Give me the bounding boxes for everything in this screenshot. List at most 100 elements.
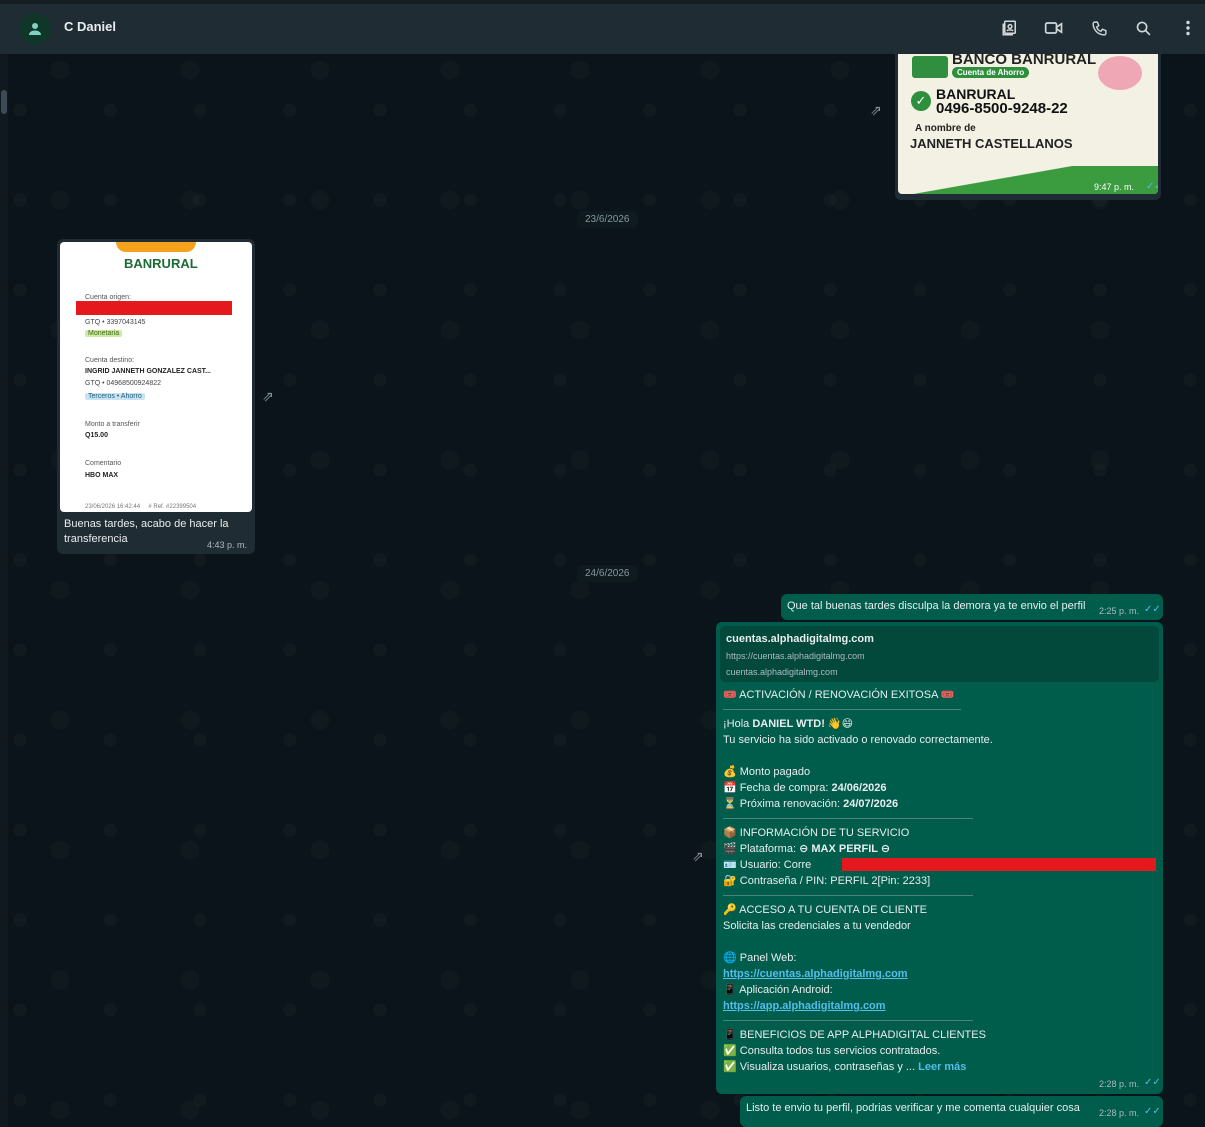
link-preview-url: https://cuentas.alphadigitalmg.com: [726, 651, 865, 661]
android-app-label: Aplicación Android:: [739, 984, 833, 996]
chat-header[interactable]: C Daniel: [0, 0, 1205, 54]
owner-label: A nombre de: [915, 123, 976, 134]
message-text: Que tal buenas tardes disculpa la demora…: [787, 600, 1086, 612]
forward-icon[interactable]: ⇗: [870, 102, 882, 119]
date-chip: 24/6/2026: [577, 565, 638, 582]
message-time: 9:47 p. m.: [1094, 182, 1135, 192]
comment-label: Comentario: [85, 460, 122, 467]
amount-paid-label: Monto pagado: [739, 766, 811, 778]
message-time: 4:43 p. m.: [207, 540, 248, 550]
link-preview[interactable]: cuentas.alphadigitalmg.com https://cuent…: [720, 626, 1159, 682]
bank-card-image-message[interactable]: BANCO BANRURAL Cuenta de Ahorro ✓ BANRUR…: [895, 54, 1161, 200]
web-panel-link[interactable]: https://cuentas.alphadigitalmg.com: [723, 966, 1159, 982]
outgoing-message[interactable]: Listo te envio tu perfil, podrias verifi…: [740, 1096, 1163, 1127]
bank-card-image: BANCO BANRURAL Cuenta de Ahorro ✓ BANRUR…: [898, 54, 1158, 194]
double-check-icon: ✓✓: [1146, 181, 1158, 192]
amount-value: Q15.00: [85, 432, 108, 439]
android-app-link[interactable]: https://app.alphadigitalmg.com: [723, 998, 1159, 1014]
globe-icon: 🌐: [723, 952, 737, 964]
benefits-heading: BENEFICIOS DE APP ALPHADIGITAL CLIENTES: [739, 1029, 986, 1041]
owner-name: JANNETH CASTELLANOS: [910, 136, 1073, 151]
renewal-date-value: 24/07/2026: [843, 798, 899, 810]
contact-name[interactable]: C Daniel: [64, 19, 116, 34]
message-time: 2:28 p. m.: [1099, 1108, 1140, 1118]
benefit-item: Consulta todos tus servicios contratados…: [739, 1045, 941, 1057]
dest-name: INGRID JANNETH GONZALEZ CAST...: [85, 368, 212, 375]
double-check-icon: ✓✓: [1144, 1077, 1161, 1088]
outgoing-message[interactable]: Que tal buenas tardes disculpa la demora…: [781, 594, 1163, 620]
user-label: Usuario: Corre: [739, 859, 812, 871]
wave-emoji-icon: 👋😄: [827, 718, 854, 730]
comment-value: HBO MAX: [85, 472, 119, 479]
amount-label: Monto a transferir: [85, 421, 140, 428]
origin-tag: Monetaria: [85, 330, 123, 337]
dest-tag: Terceros • Ahorro: [85, 393, 145, 400]
key-icon: 🔑: [723, 904, 737, 916]
purchase-date-value: 24/06/2026: [831, 782, 887, 794]
bank-logo-icon: [912, 56, 948, 78]
link-preview-title: cuentas.alphadigitalmg.com: [726, 633, 874, 645]
phone-icon[interactable]: [1089, 18, 1109, 38]
redaction-bar: [76, 301, 232, 315]
contact-card-icon[interactable]: [1000, 18, 1020, 38]
origin-account: GTQ • 3397043145: [85, 319, 146, 326]
message-body: 🎟️ ACTIVACIÓN / RENOVACIÓN EXITOSA 🎟️ ¡H…: [723, 687, 1159, 1075]
web-panel-label: Panel Web:: [739, 952, 797, 964]
hourglass-icon: ⏳: [723, 798, 737, 810]
check-mark-icon: ✅: [723, 1045, 737, 1057]
separator-line: [723, 1020, 973, 1021]
purchase-date-label: Fecha de compra:: [739, 782, 832, 794]
clapper-icon: 🎬: [723, 843, 737, 855]
scrollbar[interactable]: [0, 54, 8, 1127]
scroll-thumb[interactable]: [1, 90, 7, 114]
piggy-bank-icon: [1098, 56, 1142, 90]
receipt-logo: BANRURAL: [124, 256, 198, 271]
mobile-phone-icon: 📱: [723, 1029, 737, 1041]
lock-icon: 🔐: [723, 875, 737, 887]
renewal-date-label: Próxima renovación:: [739, 798, 844, 810]
forward-icon[interactable]: ⇗: [692, 848, 704, 865]
dest-account: GTQ • 04968500924822: [85, 380, 162, 387]
bank-account-number: 0496-8500-9248-22: [936, 100, 1068, 117]
forward-icon[interactable]: ⇗: [262, 388, 274, 405]
chat-window: C Daniel ⇗ BANCO BANRURAL Cuenta de Ahor…: [0, 0, 1205, 1127]
receipt-footer: 23/06/2026 16:42:44 # Ref. #22399504: [85, 504, 197, 510]
receipt-image-message[interactable]: BANRURAL Cuenta origen: GTQ • 3397043145…: [57, 239, 255, 554]
double-check-icon: ✓✓: [1144, 604, 1161, 615]
customer-name: DANIEL WTD!: [752, 718, 825, 730]
read-more-link[interactable]: Leer más: [918, 1061, 966, 1073]
message-time: 2:25 p. m.: [1099, 606, 1140, 616]
menu-dots-icon[interactable]: [1178, 18, 1198, 38]
avatar-person-icon[interactable]: [19, 13, 51, 45]
check-circle-icon: ✓: [911, 91, 931, 111]
message-text: Listo te envio tu perfil, podrias verifi…: [746, 1102, 1080, 1114]
bank-card-title: BANCO BANRURAL: [952, 54, 1097, 68]
banrural-logo-icon: [116, 242, 196, 252]
benefit-item: Visualiza usuarios, contraseñas y ...: [739, 1061, 916, 1073]
separator-line: [723, 709, 961, 710]
check-mark-icon: ✅: [723, 1061, 737, 1073]
service-activated-text: Tu servicio ha sido activado o renovado …: [723, 734, 993, 746]
activation-heading: ACTIVACIÓN / RENOVACIÓN EXITOSA: [739, 689, 938, 701]
ticket-icon: 🎟️: [723, 689, 737, 701]
package-icon: 📦: [723, 827, 737, 839]
outgoing-message-service-info[interactable]: cuentas.alphadigitalmg.com https://cuent…: [716, 622, 1163, 1094]
calendar-icon: 📅: [723, 782, 737, 794]
separator-line: [723, 818, 973, 819]
mobile-phone-icon: 📱: [723, 984, 737, 996]
credentials-text: Solicita las credenciales a tu vendedor: [723, 920, 911, 932]
client-access-heading: ACCESO A TU CUENTA DE CLIENTE: [739, 904, 928, 916]
separator-line: [723, 895, 973, 896]
password-pin: Contraseña / PIN: PERFIL 2[Pin: 2233]: [739, 875, 931, 887]
id-card-icon: 🪪: [723, 859, 737, 871]
video-call-icon[interactable]: [1044, 18, 1064, 38]
platform-value: MAX PERFIL: [811, 843, 878, 855]
double-check-icon: ✓✓: [1144, 1106, 1161, 1117]
redaction-bar: [842, 858, 1156, 871]
origin-label: Cuenta origen:: [85, 294, 131, 301]
dest-label: Cuenta destino:: [85, 357, 135, 364]
receipt-image: BANRURAL Cuenta origen: GTQ • 3397043145…: [60, 242, 252, 512]
service-info-heading: INFORMACIÓN DE TU SERVICIO: [739, 827, 910, 839]
date-chip: 23/6/2026: [577, 211, 638, 228]
search-icon[interactable]: [1133, 18, 1153, 38]
